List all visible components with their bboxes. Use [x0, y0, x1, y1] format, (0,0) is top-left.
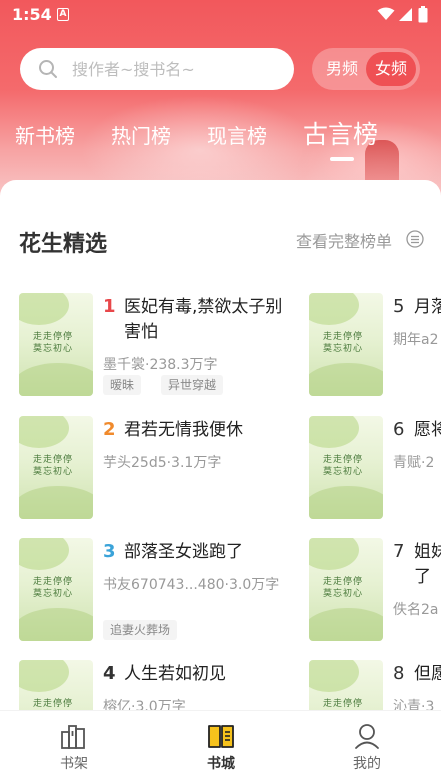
book-cover[interactable]: 走走停停 莫忘初心	[19, 293, 93, 396]
book-rank: 8	[393, 663, 405, 684]
book-card[interactable]: 走走停停 莫忘初心 5 月落 期年a2	[309, 293, 441, 403]
book-cover[interactable]: 走走停停 莫忘初心	[19, 416, 93, 519]
notification-a-icon: A	[57, 8, 69, 21]
book-card[interactable]: 走走停停 莫忘初心 2 君若无情我便休 芋头25d5·3.1万字	[19, 416, 284, 526]
book-cover[interactable]: 走走停停 莫忘初心	[19, 660, 93, 710]
header-banner: 1:54 A 男频 女频 新书榜 热门榜 现言榜 古言榜	[0, 0, 441, 200]
book-title[interactable]: 但愿	[414, 662, 441, 687]
book-tag[interactable]: 暧昧	[103, 375, 142, 395]
book-meta: 芋头25d5·3.1万字	[103, 455, 222, 471]
book-title[interactable]: 医妃有毒,禁欲太子别害怕	[124, 295, 294, 345]
bookshelf-icon	[61, 725, 85, 749]
gender-female-button[interactable]: 女频	[366, 52, 416, 86]
book-open-icon	[208, 725, 234, 748]
book-card[interactable]: 走走停停 莫忘初心 6 愿将 青赋·2	[309, 416, 441, 526]
book-card[interactable]: 走走停停 莫忘初心 4 人生若如初见 榕亿·3.0万字	[19, 660, 284, 710]
book-cover[interactable]: 走走停停 莫忘初心	[309, 538, 383, 641]
battery-icon	[418, 6, 428, 23]
book-cover[interactable]: 走走停停 莫忘初心	[19, 538, 93, 641]
book-cover[interactable]: 走走停停 莫忘初心	[309, 416, 383, 519]
book-title[interactable]: 部落圣女逃跑了	[124, 540, 294, 565]
nav-bookshelf[interactable]: 书架	[29, 711, 119, 784]
tab-modern-romance[interactable]: 现言榜	[207, 120, 267, 149]
nav-mine-label: 我的	[353, 756, 381, 772]
book-meta: 沁青·3	[393, 699, 435, 710]
book-tag[interactable]: 异世穿越	[161, 375, 224, 395]
status-time: 1:54	[12, 5, 52, 24]
book-rank: 4	[103, 663, 116, 684]
book-title[interactable]: 月落	[414, 295, 441, 320]
book-meta: 青赋·2	[393, 455, 435, 471]
user-icon	[355, 724, 379, 749]
book-title[interactable]: 愿将	[414, 418, 441, 443]
book-card[interactable]: 走走停停 莫忘初心 3 部落圣女逃跑了 书友670743...480·3.0万字…	[19, 538, 284, 648]
book-rank: 5	[393, 296, 405, 317]
section-title: 花生精选	[19, 232, 108, 257]
search-bar[interactable]	[20, 48, 294, 90]
tab-hot[interactable]: 热门榜	[111, 120, 171, 149]
gender-switch: 男频 女频	[312, 48, 420, 90]
book-title[interactable]: 姐妹 了	[414, 540, 441, 590]
bottom-nav: 书架 书城 我的	[0, 710, 441, 784]
book-card[interactable]: 走走停停 莫忘初心 7 姐妹 了 佚名2a	[309, 538, 441, 648]
book-meta: 榕亿·3.0万字	[103, 699, 186, 710]
search-input[interactable]	[72, 48, 282, 90]
rank-tabs: 新书榜 热门榜 现言榜 古言榜	[0, 112, 441, 161]
signal-icon	[399, 8, 412, 21]
book-cover[interactable]: 走走停停 莫忘初心	[309, 293, 383, 396]
book-rank: 2	[103, 419, 116, 440]
book-tag[interactable]: 追妻火葬场	[103, 620, 178, 640]
book-meta: 佚名2a	[393, 602, 439, 618]
book-rank: 6	[393, 419, 405, 440]
view-full-list-link[interactable]: 查看完整榜单	[296, 228, 392, 252]
book-meta: 期年a2	[393, 332, 439, 348]
book-card[interactable]: 走走停停 莫忘初心 8 但愿 沁青·3	[309, 660, 441, 710]
tab-new-books[interactable]: 新书榜	[15, 120, 75, 149]
tab-ancient-romance[interactable]: 古言榜	[303, 115, 378, 151]
book-meta: 墨千裳·238.3万字	[103, 357, 218, 373]
wifi-icon	[377, 7, 395, 20]
nav-bookshelf-label: 书架	[60, 756, 88, 772]
rank-panel: 花生精选 查看完整榜单 走走停停 莫忘初心 1 医妃有毒,禁欲太子别害怕 墨千裳…	[0, 180, 441, 710]
gender-male-button[interactable]: 男频	[317, 52, 367, 86]
search-icon	[39, 60, 57, 78]
book-meta: 书友670743...480·3.0万字	[103, 577, 280, 593]
nav-bookstore[interactable]: 书城	[176, 711, 266, 784]
list-icon[interactable]	[406, 230, 424, 248]
nav-bookstore-label: 书城	[207, 756, 235, 772]
tab-active-indicator	[330, 157, 354, 161]
nav-mine[interactable]: 我的	[322, 711, 412, 784]
book-rank: 7	[393, 541, 405, 562]
book-rank: 3	[103, 541, 116, 562]
status-bar: 1:54 A	[0, 0, 441, 30]
book-title[interactable]: 君若无情我便休	[124, 418, 294, 443]
book-title[interactable]: 人生若如初见	[124, 662, 294, 687]
book-card[interactable]: 走走停停 莫忘初心 1 医妃有毒,禁欲太子别害怕 墨千裳·238.3万字 暧昧 …	[19, 293, 284, 403]
book-rank: 1	[103, 296, 116, 317]
book-cover[interactable]: 走走停停 莫忘初心	[309, 660, 383, 710]
